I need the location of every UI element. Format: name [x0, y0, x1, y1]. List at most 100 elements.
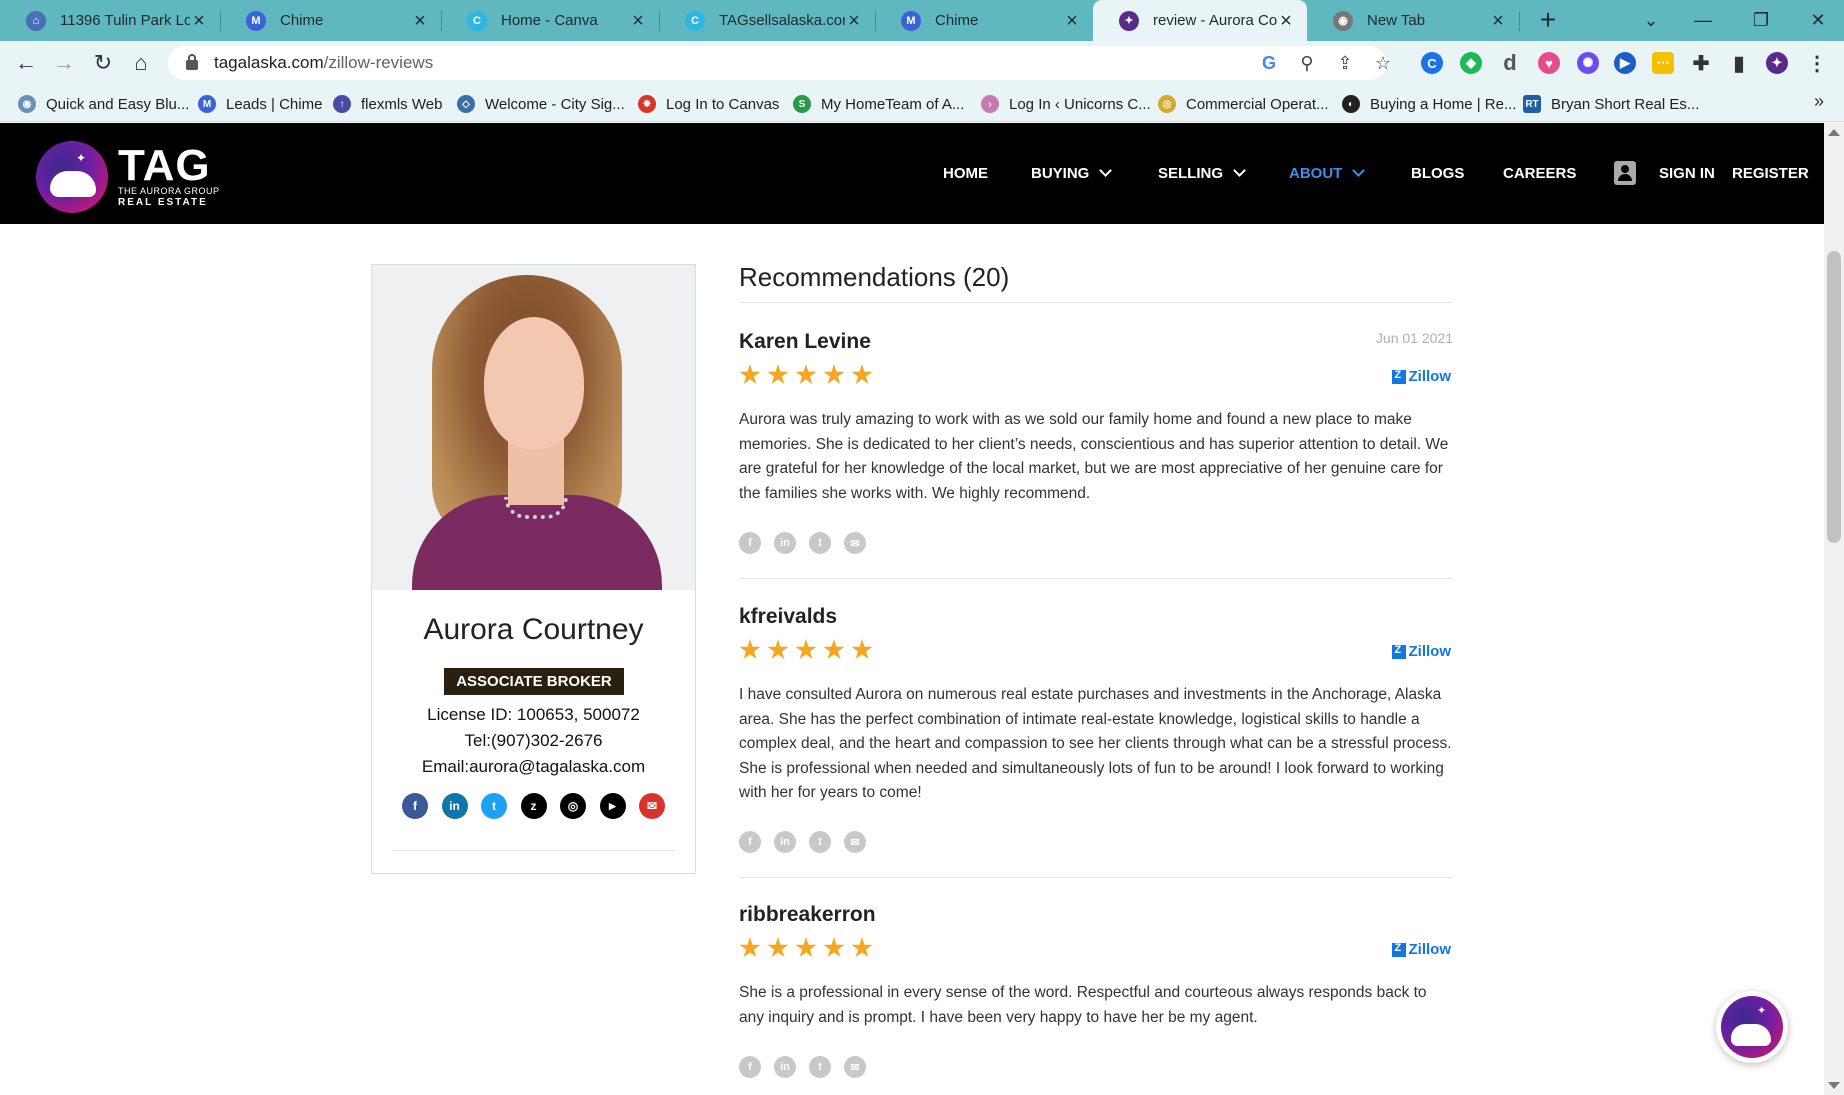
site-logo[interactable]: ✦ TAG THE AURORA GROUP REAL ESTATE: [36, 141, 220, 213]
extension-c-icon[interactable]: C: [1421, 52, 1443, 74]
share-linkedin-icon[interactable]: in: [774, 1056, 796, 1078]
bookmark-favicon-icon: RT: [1523, 95, 1541, 113]
share-twitter-icon[interactable]: t: [809, 1056, 831, 1078]
chime-favicon-icon: M: [198, 95, 216, 113]
reload-icon[interactable]: ↻: [88, 48, 118, 78]
tab-search-chevron-icon[interactable]: ⌄: [1631, 0, 1671, 41]
scroll-down-icon[interactable]: [1828, 1082, 1840, 1089]
more-bookmarks-icon[interactable]: »: [1814, 91, 1824, 112]
reviewer-name: kfreivalds: [739, 605, 838, 628]
linkedin-icon[interactable]: in: [441, 793, 468, 819]
role-badge: ASSOCIATE BROKER: [444, 668, 624, 695]
nav-selling[interactable]: SELLING: [1158, 123, 1246, 224]
browser-menu-icon[interactable]: ⋮: [1806, 52, 1828, 75]
extension-yellow-icon[interactable]: ⋯: [1652, 52, 1674, 74]
browser-tab-active[interactable]: ✦ review - Aurora Court ×: [1093, 0, 1307, 41]
address-bar[interactable]: tagalaska.com/zillow-reviews G ⚲ ⇪ ☆: [168, 46, 1391, 80]
sign-in-link[interactable]: SIGN IN: [1659, 123, 1715, 224]
restore-button[interactable]: ❐: [1741, 0, 1781, 41]
close-tab-icon[interactable]: ×: [1277, 11, 1295, 31]
share-facebook-icon[interactable]: f: [739, 1056, 761, 1078]
bookmark-star-icon[interactable]: ☆: [1372, 52, 1394, 74]
scrollbar-thumb[interactable]: [1827, 251, 1841, 543]
side-panel-icon[interactable]: ▮: [1728, 52, 1750, 75]
extensions-puzzle-icon[interactable]: ✚: [1690, 52, 1712, 75]
zillow-badge[interactable]: Zillow: [1391, 643, 1451, 660]
bookmark-item[interactable]: ↑ flexmls Web: [333, 94, 442, 114]
minimize-button[interactable]: —: [1683, 0, 1723, 41]
agent-phone[interactable]: Tel:(907)302-2676: [372, 731, 695, 751]
extension-play-icon[interactable]: ▶: [1614, 52, 1636, 74]
instagram-icon[interactable]: ◎: [560, 793, 586, 819]
share-facebook-icon[interactable]: f: [739, 831, 761, 853]
share-email-icon[interactable]: ✉: [844, 1056, 866, 1078]
back-arrow-icon[interactable]: ←: [11, 48, 41, 78]
reviewer-name: ribbreakerron: [739, 903, 876, 926]
close-tab-icon[interactable]: ×: [629, 11, 647, 31]
nav-home[interactable]: HOME: [943, 123, 988, 224]
extension-d-icon[interactable]: d: [1499, 50, 1521, 75]
twitter-icon[interactable]: t: [481, 793, 507, 819]
close-window-button[interactable]: ✕: [1798, 0, 1838, 41]
share-email-icon[interactable]: ✉: [844, 532, 866, 554]
share-linkedin-icon[interactable]: in: [774, 831, 796, 853]
bookmark-item[interactable]: ◉ Quick and Easy Blu...: [18, 94, 189, 114]
close-tab-icon[interactable]: ×: [190, 11, 208, 31]
nav-careers[interactable]: CAREERS: [1503, 123, 1576, 224]
agent-email[interactable]: Email:aurora@tagalaska.com: [372, 757, 695, 777]
browser-tab[interactable]: ◉ New Tab ×: [1307, 0, 1519, 41]
bookmark-item[interactable]: S My HomeTeam of A...: [793, 94, 964, 114]
close-tab-icon[interactable]: ×: [845, 11, 863, 31]
extension-asterisk-icon[interactable]: ✺: [1577, 52, 1599, 74]
close-tab-icon[interactable]: ×: [1489, 11, 1507, 31]
browser-tab[interactable]: ⌂ 11396 Tulin Park Loop ×: [0, 0, 220, 41]
share-facebook-icon[interactable]: f: [739, 532, 761, 554]
browser-tab-strip: ⌂ 11396 Tulin Park Loop × M Chime × C Ho…: [0, 0, 1844, 41]
lock-icon[interactable]: [186, 54, 198, 70]
share-icon[interactable]: ⇪: [1334, 52, 1356, 74]
browser-tab[interactable]: M Chime ×: [220, 0, 441, 41]
bookmark-item[interactable]: ◐ Buying a Home | Re...: [1342, 94, 1516, 114]
share-twitter-icon[interactable]: t: [809, 532, 831, 554]
share-twitter-icon[interactable]: t: [809, 831, 831, 853]
register-link[interactable]: REGISTER: [1732, 123, 1809, 224]
bookmark-item[interactable]: ◎ Commercial Operat...: [1158, 94, 1329, 114]
bookmark-item[interactable]: ✸ Log In to Canvas: [638, 94, 779, 114]
bookmark-item[interactable]: M Leads | Chime: [198, 94, 322, 114]
forward-arrow-icon[interactable]: →: [49, 48, 79, 78]
nav-about[interactable]: ABOUT: [1289, 123, 1366, 224]
page-scrollbar[interactable]: [1824, 123, 1844, 1095]
nav-blogs[interactable]: BLOGS: [1411, 123, 1464, 224]
browser-tab[interactable]: C TAGsellsalaska.com - W ×: [659, 0, 875, 41]
profile-avatar[interactable]: ✦: [1766, 52, 1788, 74]
chat-widget-button[interactable]: ✦: [1716, 991, 1788, 1063]
share-linkedin-icon[interactable]: in: [774, 532, 796, 554]
agent-name: Aurora Courtney: [423, 613, 644, 646]
close-tab-icon[interactable]: ×: [1063, 11, 1081, 31]
bookmark-item[interactable]: ◇ Welcome - City Sig...: [457, 94, 625, 114]
share-email-icon[interactable]: ✉: [844, 831, 866, 853]
user-account-icon[interactable]: [1614, 161, 1636, 185]
home-icon[interactable]: ⌂: [126, 48, 156, 78]
nav-buying[interactable]: BUYING: [1031, 123, 1113, 224]
email-icon[interactable]: ✉: [639, 793, 665, 819]
zillow-badge[interactable]: Zillow: [1391, 368, 1451, 385]
scroll-up-icon[interactable]: [1828, 129, 1840, 136]
extension-cube-icon[interactable]: ◆: [1460, 52, 1482, 74]
browser-tab[interactable]: C Home - Canva ×: [441, 0, 659, 41]
zillow-badge[interactable]: Zillow: [1391, 941, 1451, 958]
close-tab-icon[interactable]: ×: [411, 11, 429, 31]
new-tab-button[interactable]: +: [1533, 6, 1563, 36]
facebook-icon[interactable]: f: [402, 793, 428, 819]
extension-heart-icon[interactable]: ♥: [1538, 52, 1560, 74]
bookmark-item[interactable]: › Log In ‹ Unicorns C...: [981, 94, 1151, 114]
zillow-icon[interactable]: z: [520, 793, 547, 819]
browser-tab[interactable]: M Chime ×: [875, 0, 1093, 41]
google-icon[interactable]: G: [1258, 52, 1280, 74]
youtube-icon[interactable]: ▶: [599, 793, 626, 819]
zoom-icon[interactable]: ⚲: [1296, 52, 1318, 74]
share-links: f in t ✉: [739, 831, 879, 853]
bookmark-item[interactable]: RT Bryan Short Real Es...: [1523, 94, 1699, 114]
star-icon: [851, 364, 873, 385]
card-divider: [392, 850, 675, 851]
